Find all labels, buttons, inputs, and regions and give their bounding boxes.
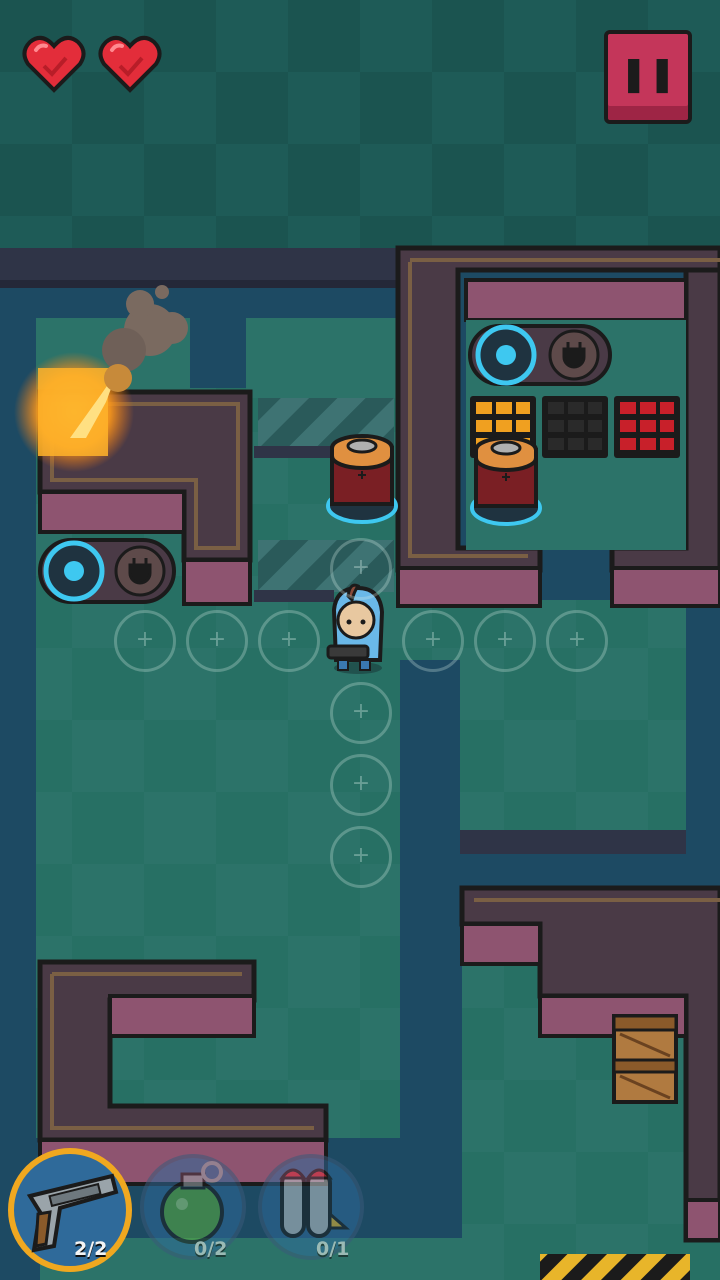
move-target-pad[interactable]: [258, 610, 320, 672]
top-ledge: [0, 248, 400, 284]
move-target-pad[interactable]: [186, 610, 248, 672]
move-target-pad[interactable]: [114, 610, 176, 672]
battery-left[interactable]: [326, 434, 398, 524]
wooden-crate[interactable]: [612, 1014, 678, 1104]
teleport-pad-left[interactable]: [38, 538, 176, 604]
heart-icon: [98, 35, 162, 93]
grenade-count: 0/2: [194, 1238, 228, 1260]
teleport-pad-right[interactable]: [468, 324, 612, 386]
move-target-pad[interactable]: [330, 754, 392, 816]
move-target-pad[interactable]: [546, 610, 608, 672]
move-target-pad[interactable]: [474, 610, 536, 672]
heart-icon: [22, 35, 86, 93]
hazard-stripe: [540, 1254, 690, 1280]
pause-button[interactable]: ❚❚: [604, 30, 692, 124]
light-panel-red: [614, 396, 680, 458]
pistol-count: 2/2: [74, 1238, 108, 1260]
lives-display: [22, 34, 162, 94]
inventory-slot-pistol[interactable]: 2/2: [8, 1148, 132, 1272]
rocket-icon: [279, 1168, 350, 1238]
light-panel-off: [542, 396, 608, 458]
grenade-icon: [160, 1161, 224, 1244]
move-target-pad[interactable]: [330, 538, 392, 600]
move-target-pad[interactable]: [330, 826, 392, 888]
inventory-slot-rocket[interactable]: 0/1: [258, 1154, 364, 1260]
move-target-pad[interactable]: [402, 610, 464, 672]
game-scene[interactable]: [0, 0, 720, 1280]
rocket-count: 0/1: [316, 1238, 350, 1260]
inventory-slot-grenade[interactable]: 0/2: [140, 1154, 246, 1260]
battery-right[interactable]: [470, 436, 542, 526]
pause-icon: ❚❚: [619, 54, 677, 94]
move-target-pad[interactable]: [330, 682, 392, 744]
